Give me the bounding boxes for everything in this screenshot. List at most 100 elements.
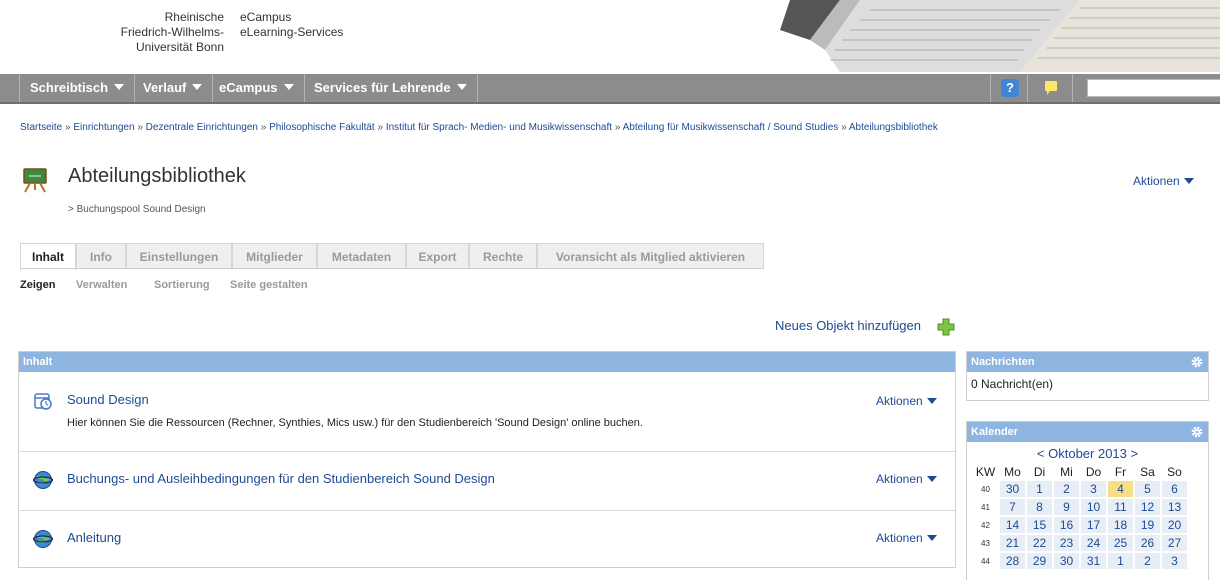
calendar-day[interactable]: 11 bbox=[1108, 499, 1133, 515]
tab-metadaten[interactable]: Metadaten bbox=[317, 243, 406, 269]
header: Rheinische Friedrich-Wilhelms- Universit… bbox=[0, 0, 1220, 72]
notes-button[interactable] bbox=[1029, 74, 1073, 102]
calendar-week-number: 44 bbox=[973, 553, 998, 569]
calendar-day[interactable]: 22 bbox=[1027, 535, 1052, 551]
nav-services-lehrende[interactable]: Services für Lehrende bbox=[304, 74, 478, 102]
tab-inhalt[interactable]: Inhalt bbox=[20, 243, 76, 270]
calendar-day[interactable]: 3 bbox=[1162, 553, 1187, 569]
breadcrumb-link[interactable]: Abteilung für Musikwissenschaft / Sound … bbox=[623, 122, 839, 133]
breadcrumb-link[interactable]: Abteilungsbibliothek bbox=[849, 122, 938, 133]
tab-einstellungen[interactable]: Einstellungen bbox=[126, 243, 232, 269]
calendar-day[interactable]: 14 bbox=[1000, 517, 1025, 533]
breadcrumb-link[interactable]: Institut für Sprach- Medien- und Musikwi… bbox=[386, 122, 612, 133]
actions-label: Aktionen bbox=[1133, 174, 1180, 188]
calendar-day[interactable]: 9 bbox=[1054, 499, 1079, 515]
breadcrumb-link[interactable]: Dezentrale Einrichtungen bbox=[146, 122, 258, 133]
calendar-day[interactable]: 28 bbox=[1000, 553, 1025, 569]
nav-verlauf[interactable]: Verlauf bbox=[133, 74, 214, 102]
calendar-day[interactable]: 20 bbox=[1162, 517, 1187, 533]
calendar-day[interactable]: 1 bbox=[1108, 553, 1133, 569]
breadcrumb-separator: » bbox=[137, 122, 143, 133]
breadcrumb-link[interactable]: Einrichtungen bbox=[73, 122, 134, 133]
news-block: Nachrichten 0 Nachricht(en) bbox=[966, 351, 1209, 401]
service-line: eLearning-Services bbox=[240, 25, 344, 39]
news-count[interactable]: 0 Nachricht(en) bbox=[967, 372, 1208, 396]
actions-label: Aktionen bbox=[876, 531, 923, 545]
calendar-day[interactable]: 12 bbox=[1135, 499, 1160, 515]
calendar-day[interactable]: 24 bbox=[1081, 535, 1106, 551]
calendar-day[interactable]: 8 bbox=[1027, 499, 1052, 515]
calendar-week-number: 40 bbox=[973, 481, 998, 497]
breadcrumb-separator: » bbox=[260, 122, 267, 133]
calendar-week-number: 43 bbox=[973, 535, 998, 551]
subtab-zeigen[interactable]: Zeigen bbox=[20, 279, 55, 291]
subtab-sortierung[interactable]: Sortierung bbox=[154, 279, 210, 291]
add-object-link[interactable]: Neues Objekt hinzufügen bbox=[775, 318, 921, 333]
calendar-weekday-header: Mo bbox=[1004, 465, 1021, 479]
tab-voransicht[interactable]: Voransicht als Mitglied aktivieren bbox=[537, 243, 764, 269]
caret-down-icon bbox=[114, 84, 125, 90]
calendar-week-row: 40 30 1 2 3 4 5 6 bbox=[973, 481, 1187, 497]
university-line: Rheinische bbox=[164, 10, 224, 24]
weblink-globe-icon bbox=[32, 470, 54, 490]
subtab-seite-gestalten[interactable]: Seite gestalten bbox=[230, 279, 308, 291]
breadcrumb-separator: » bbox=[377, 122, 384, 133]
service-logo-text[interactable]: eCampus eLearning-Services bbox=[240, 10, 343, 40]
tab-info[interactable]: Info bbox=[76, 243, 126, 269]
calendar-day[interactable]: 27 bbox=[1162, 535, 1187, 551]
calendar-day[interactable]: 10 bbox=[1081, 499, 1106, 515]
tab-rechte[interactable]: Rechte bbox=[469, 243, 537, 269]
calendar-day[interactable]: 3 bbox=[1081, 481, 1106, 497]
header-book-image bbox=[780, 0, 1220, 72]
item-actions-menu[interactable]: Aktionen bbox=[876, 472, 937, 486]
calendar-day[interactable]: 6 bbox=[1162, 481, 1187, 497]
tab-export[interactable]: Export bbox=[406, 243, 469, 269]
nav-schreibtisch[interactable]: Schreibtisch bbox=[20, 74, 136, 102]
calendar-day[interactable]: 2 bbox=[1054, 481, 1079, 497]
calendar-day-today[interactable]: 4 bbox=[1108, 481, 1133, 497]
calendar-day[interactable]: 18 bbox=[1108, 517, 1133, 533]
calendar-day[interactable]: 29 bbox=[1027, 553, 1052, 569]
breadcrumb-link[interactable]: Startseite bbox=[20, 122, 62, 133]
calendar-day[interactable]: 30 bbox=[1054, 553, 1079, 569]
calendar-day[interactable]: 30 bbox=[1000, 481, 1025, 497]
item-title-link[interactable]: Sound Design bbox=[67, 392, 149, 407]
nav-label: Verlauf bbox=[143, 80, 187, 95]
calendar-day[interactable]: 7 bbox=[1000, 499, 1025, 515]
item-actions-menu[interactable]: Aktionen bbox=[876, 531, 937, 545]
calendar-day[interactable]: 23 bbox=[1054, 535, 1079, 551]
calendar-day[interactable]: 25 bbox=[1108, 535, 1133, 551]
breadcrumb-link[interactable]: Philosophische Fakultät bbox=[269, 122, 375, 133]
gear-icon[interactable] bbox=[1190, 425, 1204, 439]
content-block-header: Inhalt bbox=[19, 352, 955, 372]
calendar-day[interactable]: 15 bbox=[1027, 517, 1052, 533]
calendar-day[interactable]: 5 bbox=[1135, 481, 1160, 497]
tab-mitglieder[interactable]: Mitglieder bbox=[232, 243, 317, 269]
calendar-day[interactable]: 1 bbox=[1027, 481, 1052, 497]
nav-ecampus[interactable]: eCampus bbox=[209, 74, 305, 102]
page-actions-menu[interactable]: Aktionen bbox=[1133, 174, 1194, 188]
plus-icon[interactable] bbox=[937, 318, 955, 336]
calendar-day[interactable]: 16 bbox=[1054, 517, 1079, 533]
gear-icon[interactable] bbox=[1190, 355, 1204, 369]
news-header: Nachrichten bbox=[967, 352, 1208, 372]
calendar-day[interactable]: 13 bbox=[1162, 499, 1187, 515]
calendar-day[interactable]: 17 bbox=[1081, 517, 1106, 533]
caret-down-icon bbox=[926, 535, 937, 541]
help-button[interactable]: ? bbox=[990, 74, 1028, 102]
help-icon: ? bbox=[1001, 79, 1019, 97]
item-actions-menu[interactable]: Aktionen bbox=[876, 394, 937, 408]
search-input[interactable] bbox=[1087, 79, 1220, 97]
calendar-month-nav[interactable]: < Oktober 2013 > bbox=[967, 446, 1208, 462]
caret-down-icon bbox=[926, 398, 937, 404]
university-logo-text[interactable]: Rheinische Friedrich-Wilhelms- Universit… bbox=[100, 10, 224, 55]
calendar-day[interactable]: 26 bbox=[1135, 535, 1160, 551]
item-title-link[interactable]: Buchungs- und Ausleihbedingungen für den… bbox=[67, 471, 495, 486]
subtab-verwalten[interactable]: Verwalten bbox=[76, 279, 127, 291]
calendar-day[interactable]: 21 bbox=[1000, 535, 1025, 551]
item-title-link[interactable]: Anleitung bbox=[67, 530, 121, 545]
calendar-day[interactable]: 31 bbox=[1081, 553, 1106, 569]
calendar-day[interactable]: 2 bbox=[1135, 553, 1160, 569]
calendar-day[interactable]: 19 bbox=[1135, 517, 1160, 533]
breadcrumb-separator: » bbox=[614, 122, 621, 133]
